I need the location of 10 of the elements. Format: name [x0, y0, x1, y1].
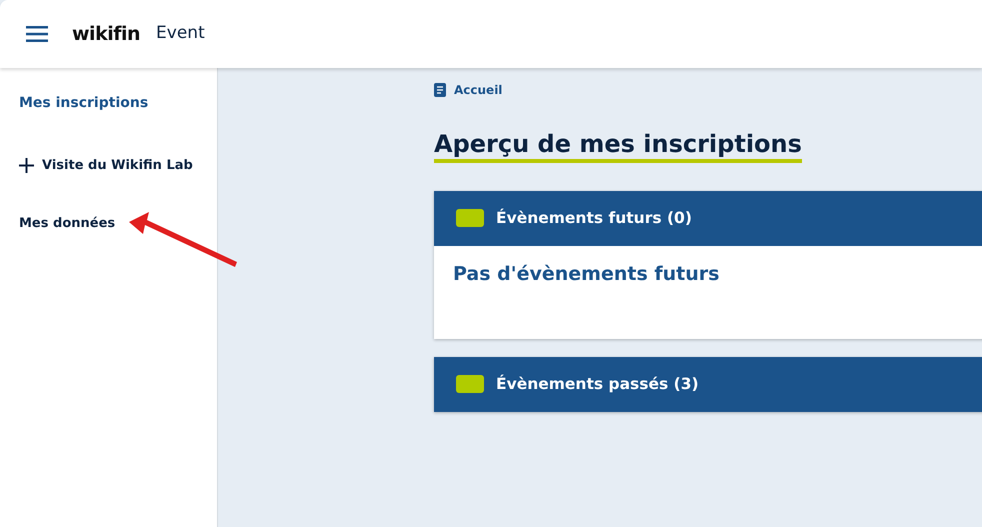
- breadcrumb-link[interactable]: Accueil: [434, 81, 502, 99]
- empty-message: Pas d'évènements futurs: [453, 262, 720, 287]
- sidebar-item[interactable]: Mes données: [0, 214, 134, 233]
- sidebar-item[interactable]: Mes inscriptions: [0, 93, 168, 114]
- section-header[interactable]: Évènements futurs (0): [434, 190, 982, 246]
- sidebar-item[interactable]: Visite du Wikifin Lab: [0, 156, 212, 176]
- app-name: Event: [156, 22, 205, 46]
- page-title: Aperçu de mes inscriptions: [434, 130, 802, 163]
- logo[interactable]: wikifin: [72, 20, 140, 48]
- section-header[interactable]: Évènements passés (3): [434, 356, 982, 412]
